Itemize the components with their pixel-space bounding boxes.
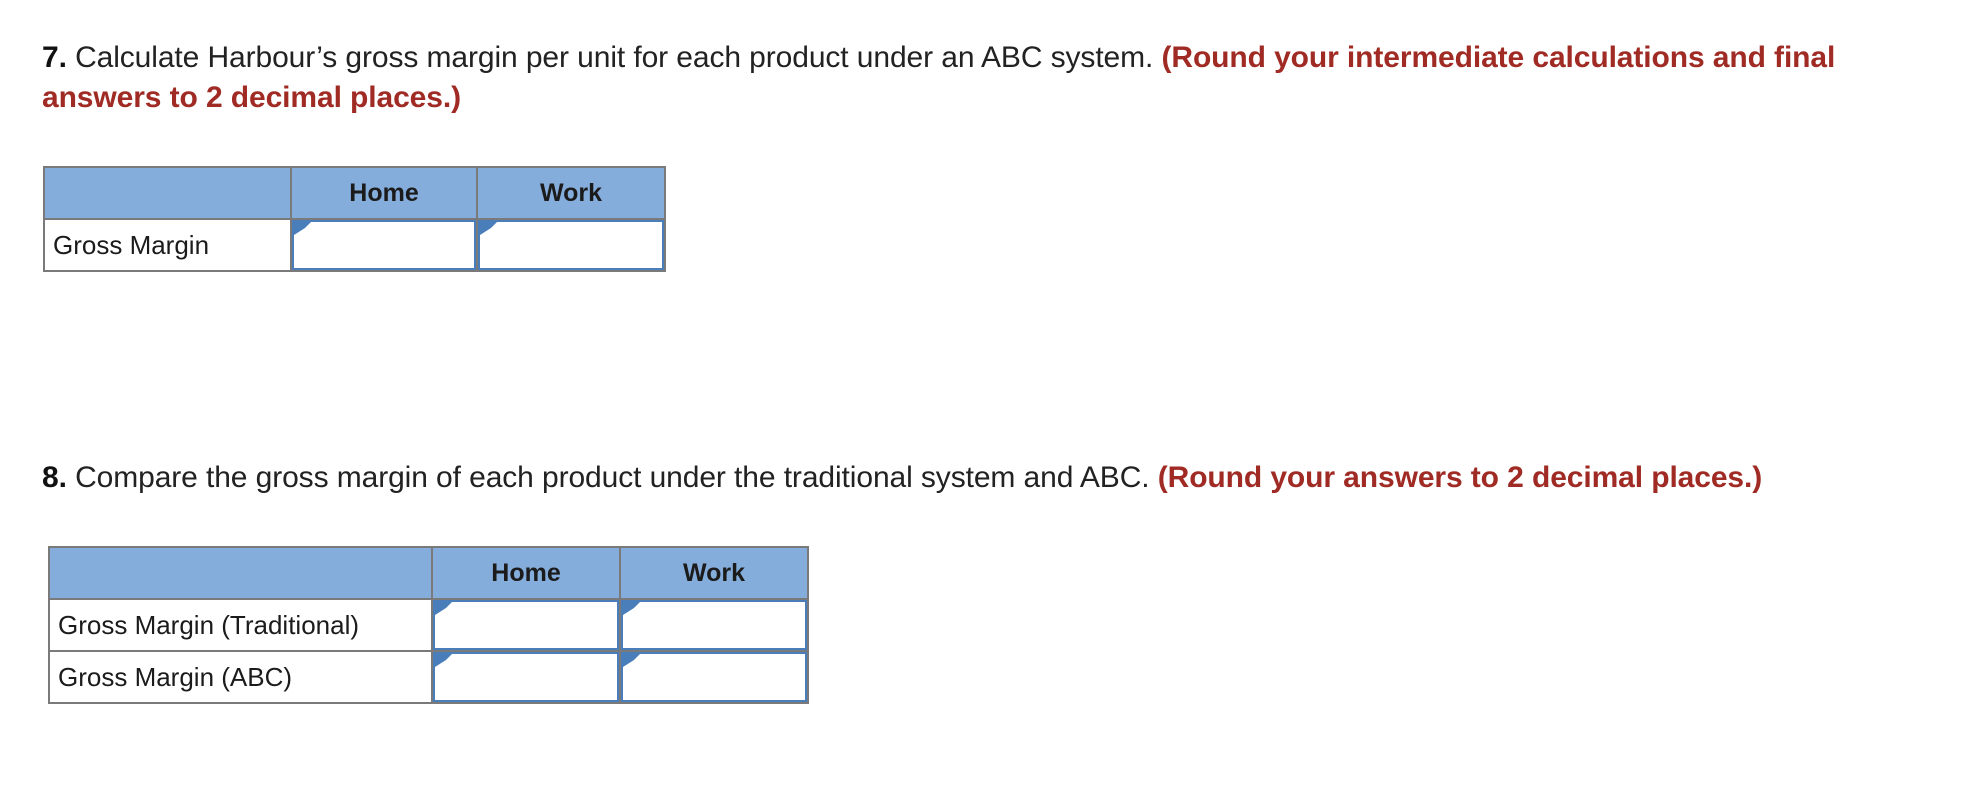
cell-gross-margin-traditional-home[interactable] [431,598,621,652]
column-header-work: Work [476,166,666,220]
question-7-text: 7. Calculate Harbour’s gross margin per … [42,38,1952,118]
answer-input-gross-margin-abc-home[interactable] [433,652,619,702]
question-7-body: Calculate Harbour’s gross margin per uni… [66,41,1162,74]
answer-input-gross-margin-traditional-work[interactable] [621,600,807,650]
question-8-text: 8. Compare the gross margin of each prod… [42,458,1952,498]
worksheet-page: 7. Calculate Harbour’s gross margin per … [0,0,1986,796]
column-header-home: Home [290,166,478,220]
table-row: Gross Margin [43,218,666,272]
answer-input-gross-margin-home[interactable] [292,220,476,270]
table-row: Gross Margin (ABC) [48,650,809,704]
cell-gross-margin-home[interactable] [290,218,478,272]
table-row: Gross Margin (Traditional) [48,598,809,652]
table-corner-header [43,166,292,220]
table-header-row: Home Work [43,166,666,220]
table-corner-header [48,546,433,600]
table-body: Gross Margin [43,218,666,272]
question-8-number: 8. [42,461,67,494]
answer-input-gross-margin-abc-work[interactable] [621,652,807,702]
row-label-gross-margin-abc: Gross Margin (ABC) [48,650,433,704]
answer-input-gross-margin-work[interactable] [478,220,664,270]
row-label-gross-margin: Gross Margin [43,218,292,272]
cell-gross-margin-abc-work[interactable] [619,650,809,704]
gross-margin-abc-table: Home Work Gross Margin [43,166,666,272]
cell-gross-margin-traditional-work[interactable] [619,598,809,652]
table-header-row: Home Work [48,546,809,600]
table-header: Home Work [48,546,809,600]
cell-gross-margin-abc-home[interactable] [431,650,621,704]
answer-input-gross-margin-traditional-home[interactable] [433,600,619,650]
gross-margin-comparison-table: Home Work Gross Margin (Traditional) Gro… [48,546,809,704]
column-header-work: Work [619,546,809,600]
table-body: Gross Margin (Traditional) Gross Margin … [48,598,809,704]
question-7-number: 7. [42,41,67,74]
question-8-note: (Round your answers to 2 decimal places.… [1157,461,1763,494]
table-header: Home Work [43,166,666,220]
cell-gross-margin-work[interactable] [476,218,666,272]
row-label-gross-margin-traditional: Gross Margin (Traditional) [48,598,433,652]
column-header-home: Home [431,546,621,600]
question-8-body: Compare the gross margin of each product… [66,461,1158,494]
